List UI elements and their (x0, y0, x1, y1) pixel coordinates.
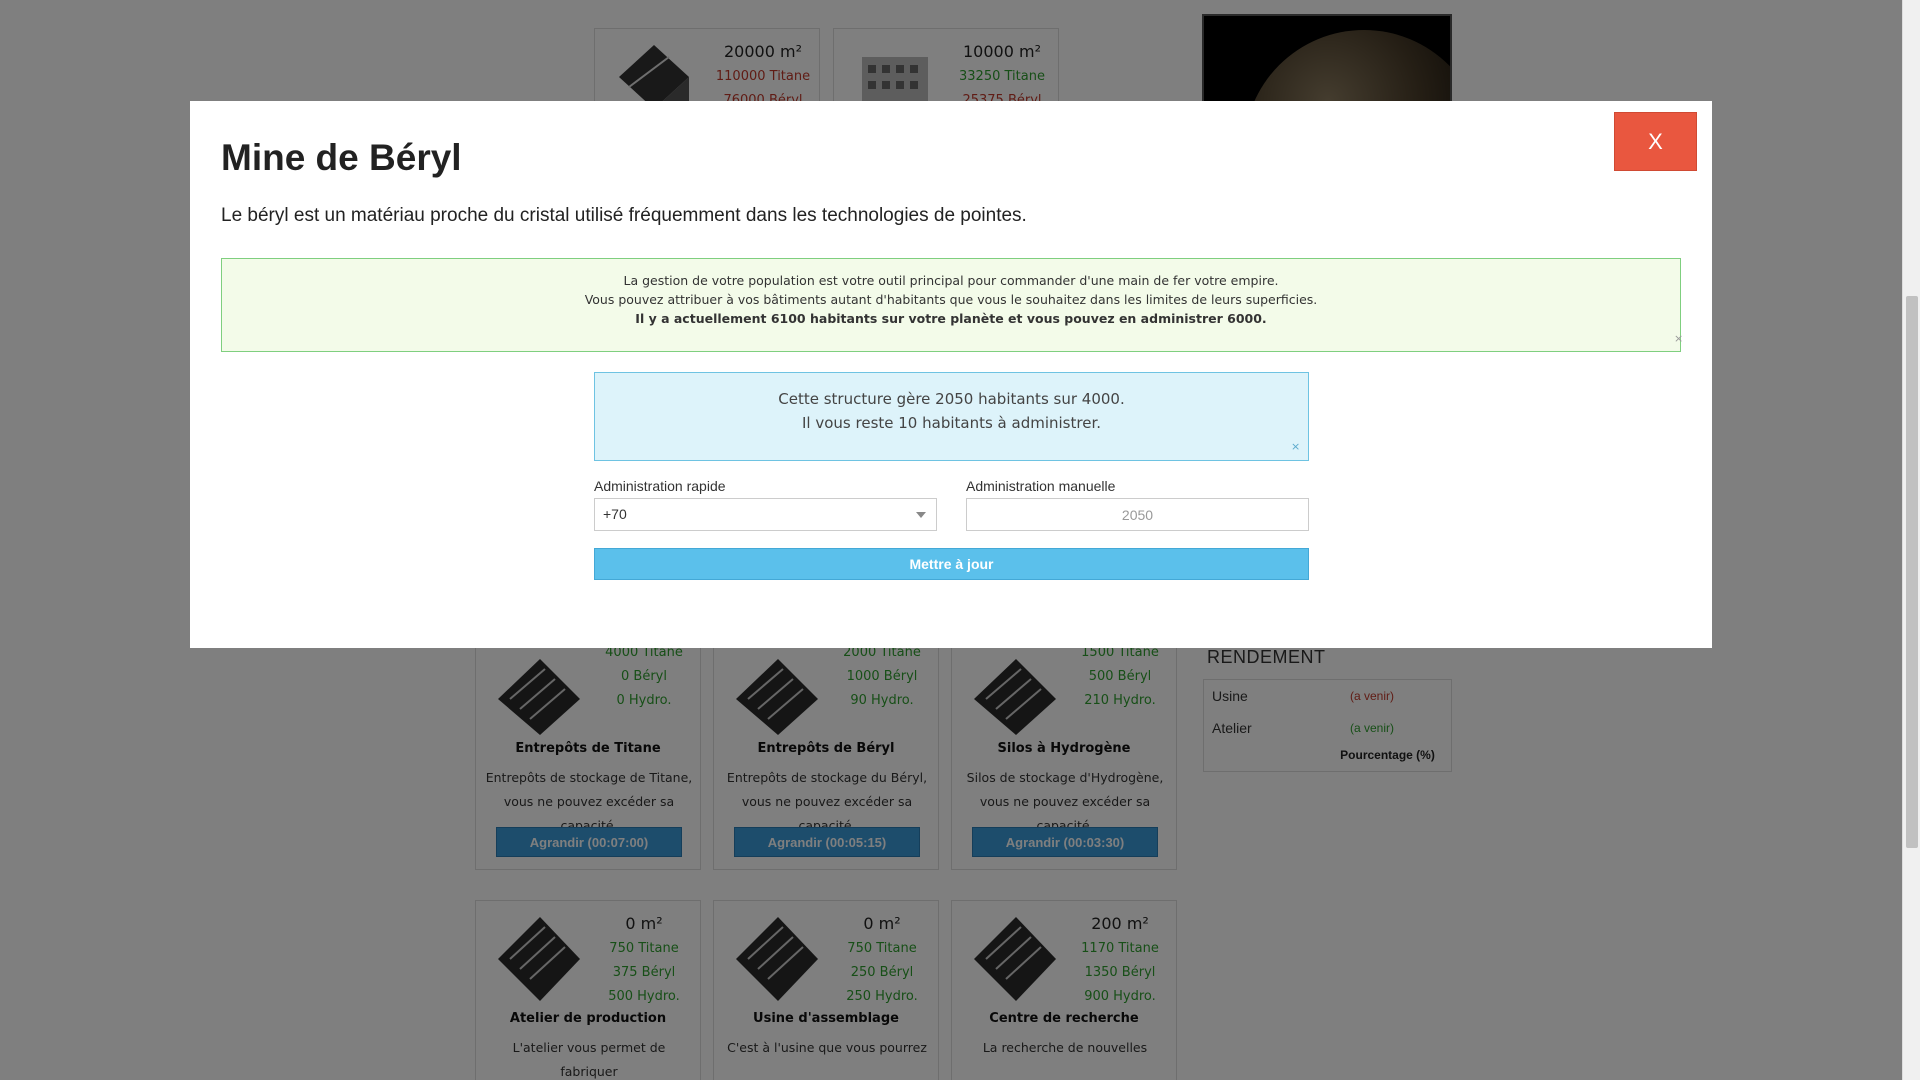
scrollbar-thumb[interactable] (1906, 296, 1918, 848)
alert-line: La gestion de votre population est votre… (623, 273, 1279, 288)
population-info-alert: La gestion de votre population est votre… (221, 258, 1683, 352)
alert-line: Il vous reste 10 habitants à administrer… (802, 414, 1101, 432)
modal-description: Le béryl est un matériau proche du crist… (221, 205, 1027, 226)
alert-line: Vous pouvez attribuer à vos bâtiments au… (584, 292, 1318, 307)
structure-info-alert: Cette structure gère 2050 habitants sur … (594, 372, 1309, 461)
building-modal: X Mine de Béryl Le béryl est un matériau… (190, 101, 1712, 648)
chevron-down-icon (916, 512, 926, 518)
quick-admin-value: +70 (603, 506, 627, 522)
page-scrollbar[interactable] (1902, 0, 1920, 1080)
alert-line-bold: Il y a actuellement 6100 habitants sur v… (635, 311, 1267, 326)
quick-admin-label: Administration rapide (594, 478, 726, 494)
alert-line: Cette structure gère 2050 habitants sur … (778, 390, 1125, 408)
dismiss-alert-icon[interactable]: × (1674, 329, 1683, 348)
dismiss-alert-icon[interactable]: × (1291, 435, 1300, 459)
quick-admin-select[interactable]: +70 (594, 498, 937, 531)
close-button[interactable]: X (1614, 112, 1697, 171)
modal-title: Mine de Béryl (221, 137, 462, 178)
update-button[interactable]: Mettre à jour (594, 548, 1309, 580)
manual-admin-label: Administration manuelle (966, 478, 1116, 494)
manual-admin-input[interactable] (966, 498, 1309, 531)
